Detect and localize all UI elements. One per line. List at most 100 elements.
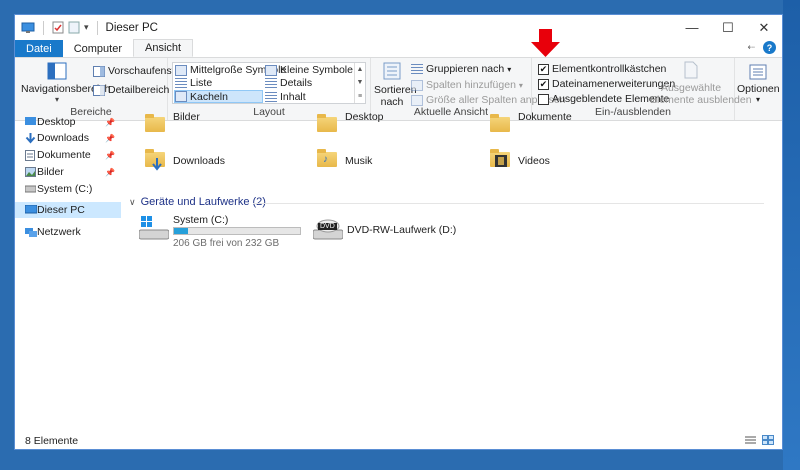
computer-icon [21, 22, 35, 33]
nav-item-downloads[interactable]: Downloads 📌 [15, 130, 121, 146]
nav-item-label: Netzwerk [37, 226, 81, 238]
section-header-devices[interactable]: ∨ Geräte und Laufwerke (2) [129, 196, 266, 208]
folder-musik[interactable]: ♪ Musik [317, 146, 477, 176]
downloads-icon [25, 133, 36, 144]
nav-item-label: Downloads [37, 132, 89, 144]
folder-videos[interactable]: Videos [490, 146, 650, 176]
separator [96, 20, 98, 35]
detailbereich-button[interactable]: Detailbereich [93, 84, 169, 96]
layout-item-label: Inhalt [280, 91, 306, 103]
scroll-down-icon[interactable]: ▼ [357, 79, 364, 86]
layout-item-label: Liste [190, 77, 213, 89]
help-icon[interactable]: ? [763, 41, 776, 54]
ribbon-tabs: Datei Computer Ansicht ⇠ ? [15, 39, 782, 57]
tiles-icon [175, 91, 187, 102]
layout-gallery-scroll[interactable]: ▲ ▼ ≡ [354, 63, 365, 103]
gruppieren-button[interactable]: Gruppieren nach ▾ [411, 63, 511, 75]
nav-item-label: Dokumente [37, 149, 91, 161]
layout-kleine-symbole[interactable]: Kleine Symbole [265, 64, 353, 76]
checkbox-unchecked-icon[interactable] [538, 93, 549, 105]
nav-item-dieser-pc[interactable]: Dieser PC [15, 202, 121, 218]
folder-label: Downloads [173, 155, 225, 167]
optionen-label: Optionen [737, 83, 780, 95]
spalten-hinzufuegen-button[interactable]: Spalten hinzufügen ▾ [411, 79, 523, 91]
sortieren-label: Sortieren [374, 84, 417, 96]
drive-label: System (C:) [173, 214, 229, 226]
tab-ansicht[interactable]: Ansicht [132, 39, 194, 57]
pin-icon[interactable]: 📌 [105, 118, 115, 127]
new-folder-icon[interactable] [68, 21, 80, 34]
checkbox-elementkontrollkaestchen[interactable]: ✔ Elementkontrollkästchen [538, 63, 666, 75]
nav-item-system-c[interactable]: System (C:) [15, 181, 121, 197]
status-bar: 8 Elemente [15, 433, 782, 449]
minimize-button[interactable]: — [674, 15, 710, 40]
spalten-label: Spalten hinzufügen [426, 79, 516, 91]
layout-inhalt[interactable]: Inhalt [265, 91, 306, 103]
folder-dokumente[interactable]: Dokumente [490, 111, 650, 141]
drive-system-c[interactable]: System (C:) 206 GB frei von 232 GB [139, 214, 319, 250]
drive-dvd-d[interactable]: DVD DVD-RW-Laufwerk (D:) [313, 216, 473, 246]
folder-desktop[interactable]: Desktop [317, 111, 477, 141]
pin-icon[interactable]: 📌 [105, 168, 115, 177]
checkbox-checked-icon[interactable]: ✔ [538, 63, 549, 75]
folder-icon [145, 114, 165, 132]
more-icon[interactable]: ≡ [358, 93, 362, 100]
tab-datei[interactable]: Datei [15, 40, 63, 57]
layout-kacheln[interactable]: Kacheln [174, 90, 263, 103]
nav-item-bilder[interactable]: Bilder 📌 [15, 164, 121, 180]
ribbon-right-controls: ⇠ ? [747, 41, 776, 54]
vertical-scrollbar[interactable] [770, 121, 782, 433]
film-icon [495, 155, 507, 167]
properties-icon[interactable] [52, 21, 64, 34]
folder-downloads[interactable]: Downloads [145, 146, 305, 176]
customize-quick-access-icon[interactable]: ▾ [84, 22, 89, 33]
dropdown-arrow-icon: ▾ [518, 80, 523, 90]
collapse-ribbon-icon[interactable]: ⇠ [747, 42, 755, 53]
pin-icon[interactable]: 📌 [105, 134, 115, 143]
computer-icon [25, 205, 37, 214]
pictures-icon [25, 167, 36, 177]
tab-computer[interactable]: Computer [63, 40, 133, 57]
drive-free-space: 206 GB frei von 232 GB [173, 238, 280, 249]
add-columns-icon [411, 79, 423, 91]
folder-label: Musik [345, 155, 373, 167]
pin-icon[interactable]: 📌 [105, 151, 115, 160]
optionen-button[interactable]: Optionen ▾ [737, 64, 780, 104]
chevron-down-icon[interactable]: ∨ [129, 197, 136, 208]
navigation-pane: Desktop 📌 Downloads 📌 Dokumente 📌 Bilder 📌 S… [15, 116, 121, 433]
navigationsbereich-button[interactable]: Navigationsbereich ▾ [21, 62, 110, 104]
desktop-icon [25, 117, 36, 125]
close-button[interactable]: ✕ [746, 15, 782, 40]
folder-icon [317, 114, 337, 132]
details-icon [265, 77, 277, 89]
nav-item-desktop[interactable]: Desktop 📌 [15, 114, 121, 130]
window-title: Dieser PC [105, 21, 158, 34]
ausgewaehlte-label: Ausgewählte [660, 82, 722, 94]
layout-liste[interactable]: Liste [175, 77, 212, 89]
maximize-button[interactable]: ☐ [710, 15, 746, 40]
layout-item-label: Details [280, 77, 313, 89]
large-icons-view-icon[interactable] [762, 435, 774, 448]
layout-details[interactable]: Details [265, 77, 312, 89]
nav-item-netzwerk[interactable]: Netzwerk [15, 224, 121, 240]
downloads-icon [152, 158, 162, 171]
desktop-background [783, 0, 800, 470]
file-view: Bilder Desktop Dokumente Downloads ♪ Mus… [123, 111, 770, 433]
ausgewaehlte-ausblenden-button[interactable]: Ausgewählte Elemente ausblenden [650, 61, 752, 106]
checkbox-checked-icon[interactable]: ✔ [538, 78, 549, 90]
folder-icon [490, 114, 510, 132]
nav-item-label: System (C:) [37, 183, 93, 195]
small-icons-icon [265, 64, 277, 76]
nav-item-label: Dieser PC [37, 204, 85, 216]
content-area: Desktop 📌 Downloads 📌 Dokumente 📌 Bilder 📌 S… [15, 111, 782, 433]
title-bar: ▾ Dieser PC — ☐ ✕ [15, 15, 782, 40]
quick-access-toolbar: ▾ [21, 20, 102, 35]
scroll-up-icon[interactable]: ▲ [357, 66, 364, 73]
details-view-icon[interactable] [745, 435, 756, 448]
red-arrow-annotation-icon [531, 29, 560, 57]
folder-bilder[interactable]: Bilder [145, 111, 305, 141]
drive-usage-fill [174, 228, 188, 234]
sortieren-button[interactable]: Sortieren nach [374, 61, 417, 108]
nav-item-dokumente[interactable]: Dokumente 📌 [15, 147, 121, 163]
size-columns-icon [411, 94, 423, 106]
